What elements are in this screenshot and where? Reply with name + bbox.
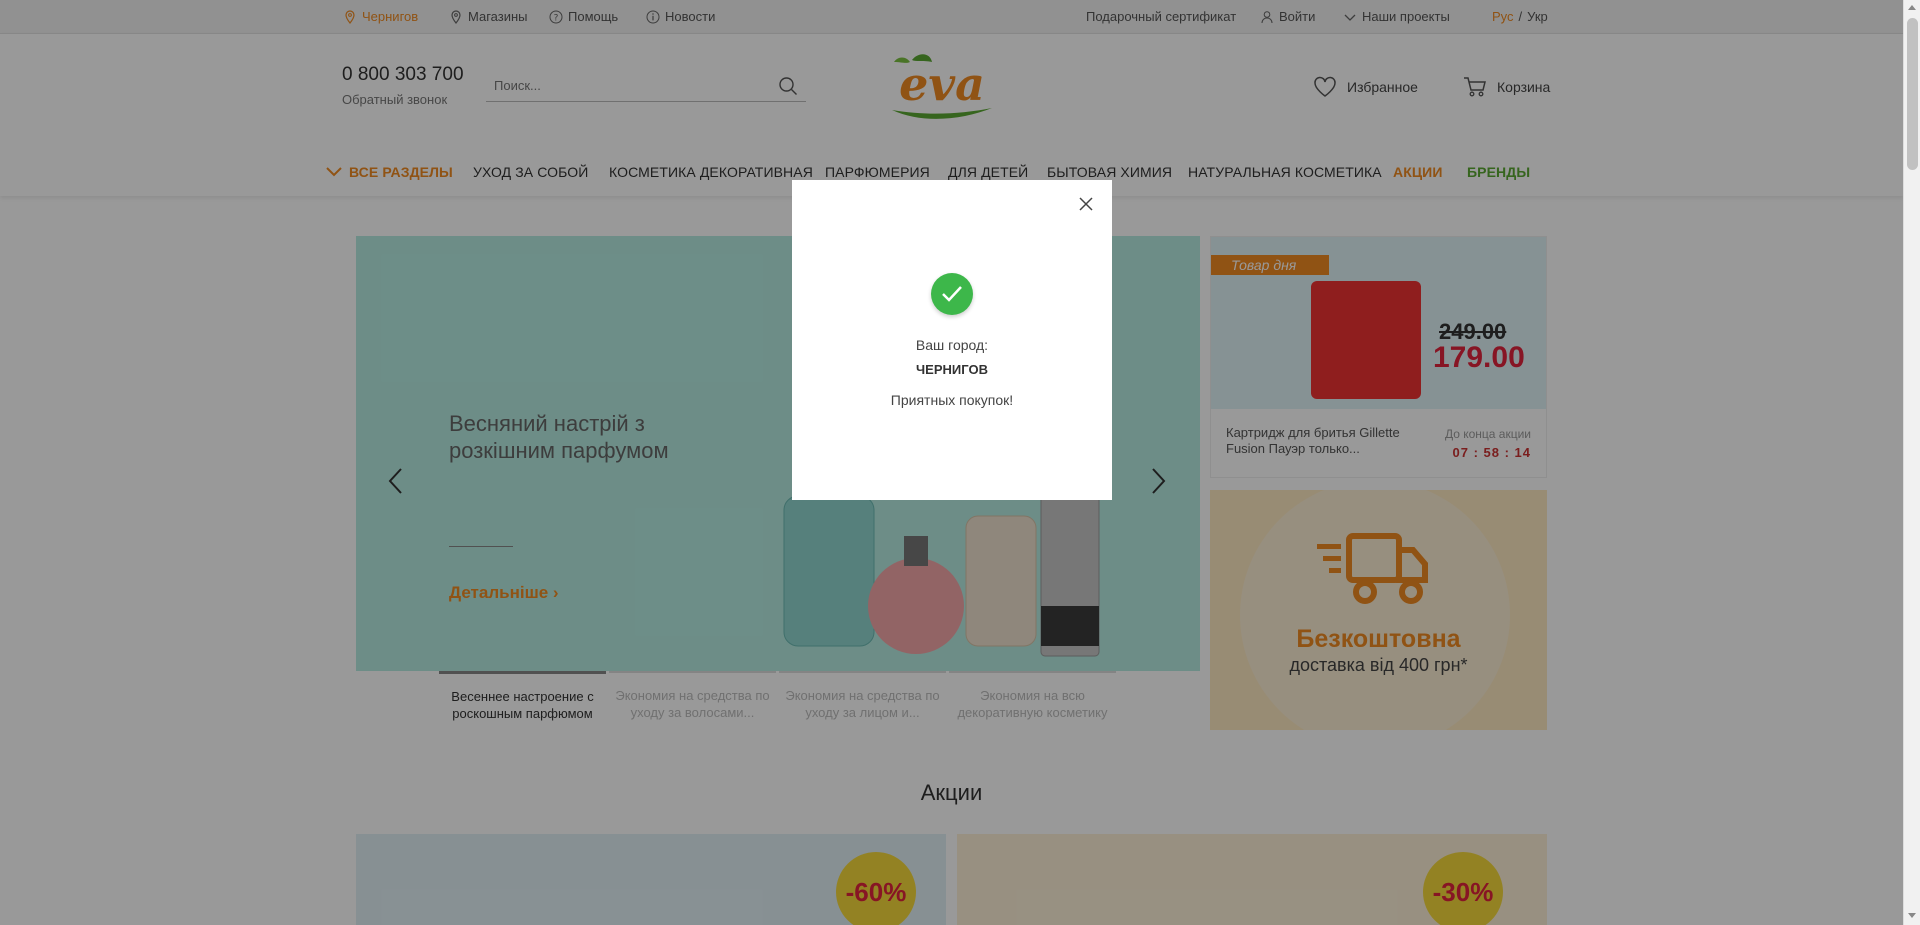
success-check-icon bbox=[931, 273, 973, 315]
scroll-down-arrow-icon[interactable] bbox=[1908, 913, 1916, 918]
scroll-up-arrow-icon[interactable] bbox=[1908, 5, 1916, 10]
modal-city-name: ЧЕРНИГОВ bbox=[916, 362, 988, 377]
scrollbar-thumb[interactable] bbox=[1907, 18, 1918, 170]
close-icon[interactable] bbox=[1078, 196, 1094, 212]
modal-wish-text: Приятных покупок! bbox=[890, 392, 1014, 408]
page: Чернигов Магазины ? Помощь Новости Подар… bbox=[0, 0, 1920, 925]
modal-city-label: Ваш город: bbox=[915, 337, 989, 353]
page-scrollbar[interactable] bbox=[1903, 0, 1920, 925]
city-confirmation-modal: Ваш город: ЧЕРНИГОВ Приятных покупок! bbox=[792, 180, 1112, 500]
